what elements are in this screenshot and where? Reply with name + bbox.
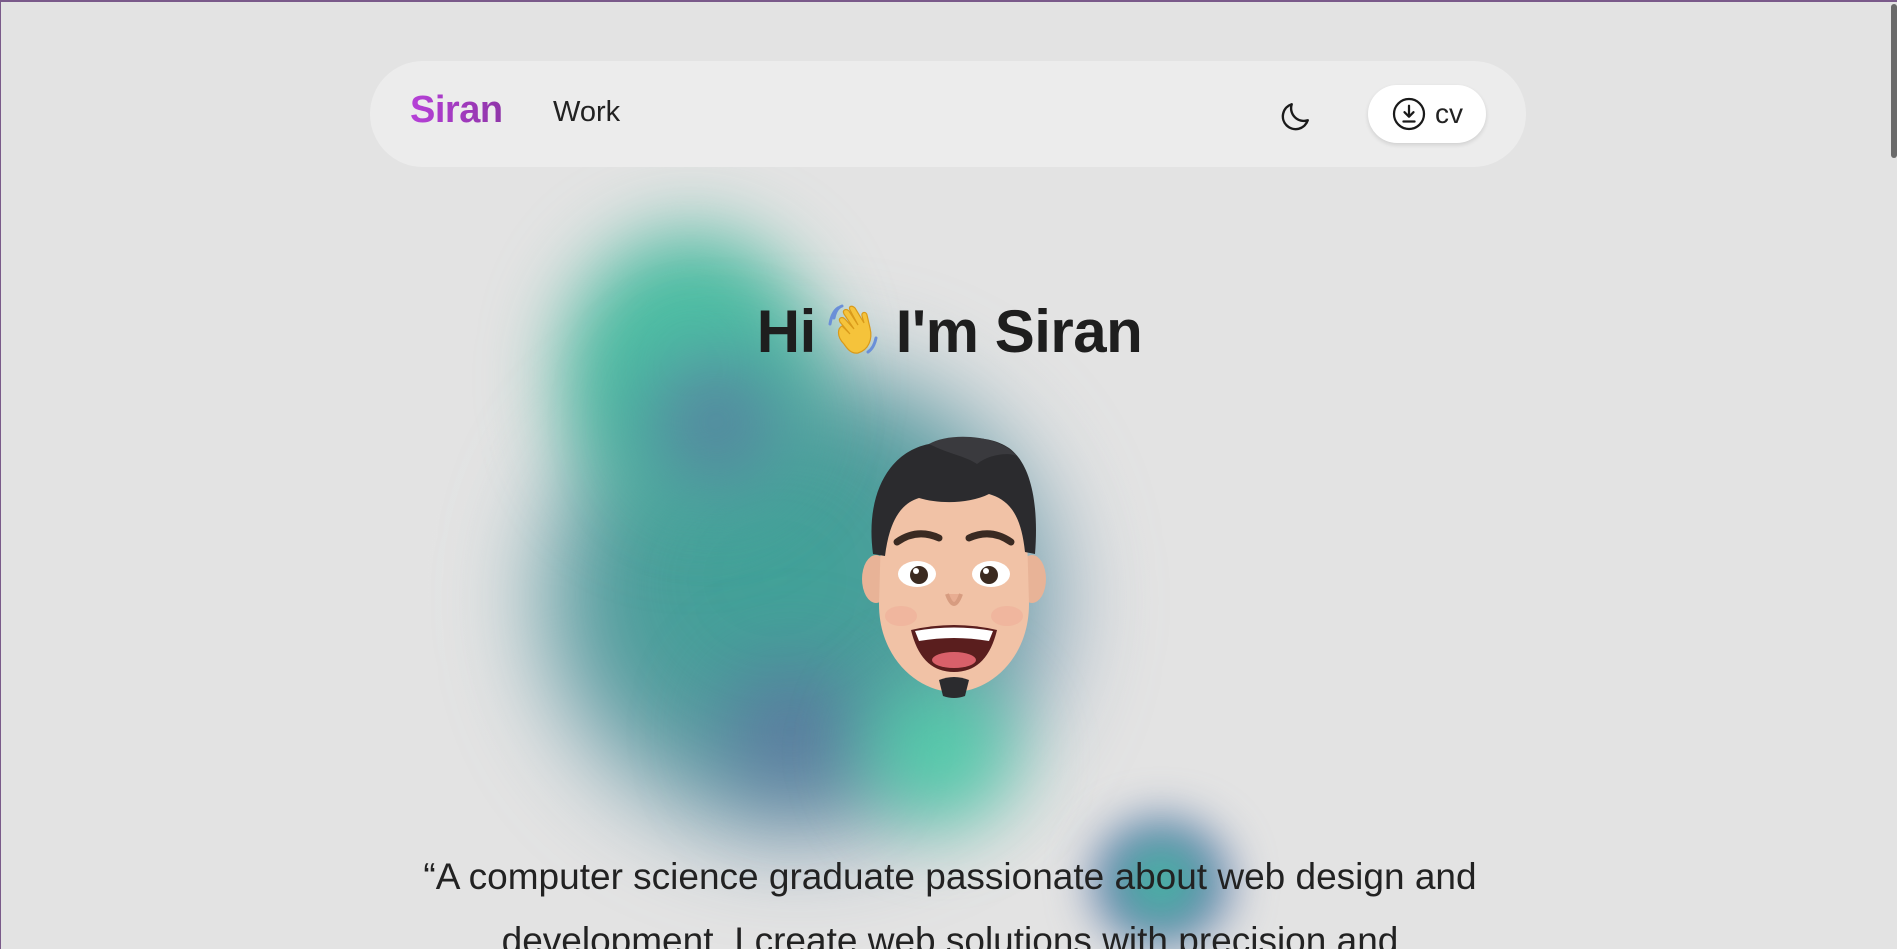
cv-button-label: cv bbox=[1435, 98, 1463, 129]
greeting-hi: Hi bbox=[756, 298, 817, 365]
nav-link-work[interactable]: Work bbox=[553, 96, 620, 129]
bio-text: “A computer science graduate passionate … bbox=[423, 856, 1477, 949]
navbar: Siran Work cv bbox=[370, 61, 1526, 167]
download-cv-button[interactable]: cv bbox=[1368, 85, 1486, 143]
brand-logo[interactable]: Siran bbox=[410, 89, 503, 132]
greeting-name: I'm Siran bbox=[895, 298, 1143, 365]
theme-toggle-button[interactable] bbox=[1273, 95, 1317, 139]
download-icon bbox=[1392, 97, 1426, 131]
scrollbar-thumb[interactable] bbox=[1891, 4, 1897, 158]
moon-icon bbox=[1281, 103, 1309, 131]
portfolio-page: Siran Work cv Hi I'm Siran “A computer s… bbox=[0, 0, 1897, 949]
hero-greeting: Hi I'm Siran bbox=[1, 297, 1897, 372]
memoji-avatar-icon bbox=[859, 434, 1049, 698]
waving-hand-icon bbox=[826, 298, 886, 372]
